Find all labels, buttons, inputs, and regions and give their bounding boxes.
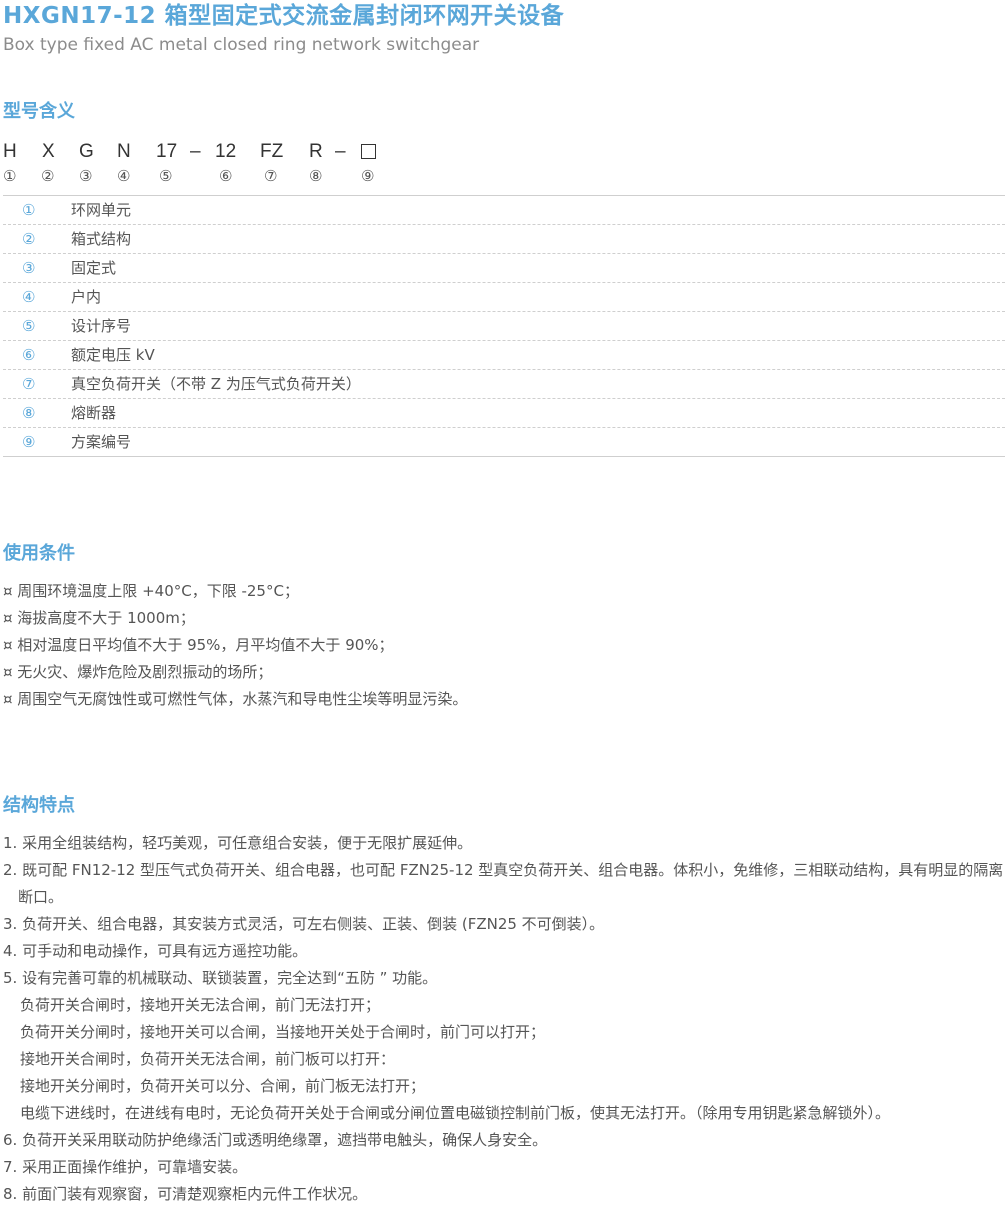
definition-row: ⑦ 真空负荷开关（不带 Z 为压气式负荷开关）: [3, 370, 1005, 399]
definition-number: ③: [22, 259, 36, 277]
definition-text: 额定电压 kV: [71, 346, 155, 364]
definition-number: ⑤: [22, 317, 36, 335]
code-number: ⑨: [361, 167, 375, 185]
feature-item: 8. 前面门装有观察窗，可清楚观察柜内元件工作状况。: [3, 1185, 368, 1203]
interlock-rule: 负荷开关分闸时，接地开关可以合闸，当接地开关处于合闸时，前门可以打开；: [20, 1023, 546, 1041]
code-letter: N: [117, 141, 131, 162]
definition-text: 设计序号: [71, 317, 132, 335]
definition-row: ① 环网单元: [3, 196, 1005, 225]
condition-item: ¤ 海拔高度不大于 1000m；: [3, 609, 195, 627]
code-number: ①: [3, 167, 17, 185]
definition-row: ⑥ 额定电压 kV: [3, 341, 1005, 370]
code-letter: 12: [215, 141, 237, 162]
code-number: ④: [117, 167, 131, 185]
definition-text: 环网单元: [71, 201, 132, 219]
condition-item: ¤ 周围环境温度上限 +40°C，下限 -25°C；: [3, 582, 299, 600]
feature-item: 7. 采用正面操作维护，可靠墙安装。: [3, 1158, 248, 1176]
condition-item: ¤ 周围空气无腐蚀性或可燃性气体，水蒸汽和导电性尘埃等明显污染。: [3, 690, 468, 708]
feature-item: 4. 可手动和电动操作，可具有远方遥控功能。: [3, 942, 308, 960]
definition-row: ⑨ 方案编号: [3, 428, 1005, 457]
feature-item: 1. 采用全组装结构，轻巧美观，可任意组合安装，便于无限扩展延伸。: [3, 834, 473, 852]
feature-item: 2. 既可配 FN12-12 型压气式负荷开关、组合电器，也可配 FZN25-1…: [3, 861, 1004, 906]
structure-features-list: 1. 采用全组装结构，轻巧美观，可任意组合安装，便于无限扩展延伸。 2. 既可配…: [3, 830, 1007, 1208]
condition-item: ¤ 无火灾、爆炸危险及剧烈振动的场所；: [3, 663, 273, 681]
code-letter: R: [309, 141, 323, 162]
definition-number: ④: [22, 288, 36, 306]
definition-text: 固定式: [71, 259, 117, 277]
page-subtitle: Box type fixed AC metal closed ring netw…: [3, 35, 480, 55]
interlock-rule: 负荷开关合闸时，接地开关无法合闸，前门无法打开；: [20, 996, 381, 1014]
usage-conditions-list: ¤ 周围环境温度上限 +40°C，下限 -25°C； ¤ 海拔高度不大于 100…: [3, 578, 467, 713]
interlock-rule: 接地开关分闸时，负荷开关可以分、合闸，前门板无法打开；: [20, 1077, 426, 1095]
definition-text: 方案编号: [71, 433, 132, 451]
definition-text: 户内: [71, 288, 102, 306]
definition-number: ⑧: [22, 404, 36, 422]
scheme-placeholder-box: [361, 144, 376, 159]
code-dash: –: [335, 141, 346, 162]
usage-conditions-heading: 使用条件: [3, 543, 75, 564]
interlock-rule: 接地开关合闸时，负荷开关无法合闸，前门板可以打开：: [20, 1050, 396, 1068]
definition-text: 箱式结构: [71, 230, 132, 248]
code-number: ⑤: [159, 167, 173, 185]
code-number: ⑧: [309, 167, 323, 185]
code-letter: G: [79, 141, 94, 162]
definition-text: 熔断器: [71, 404, 117, 422]
definition-row: ⑤ 设计序号: [3, 312, 1005, 341]
page-title: HXGN17-12 箱型固定式交流金属封闭环网开关设备: [3, 3, 565, 29]
code-number: ⑦: [264, 167, 278, 185]
code-letter: 17: [156, 141, 178, 162]
definition-row: ② 箱式结构: [3, 225, 1005, 254]
definition-number: ⑥: [22, 346, 36, 364]
code-number: ③: [79, 167, 93, 185]
condition-item: ¤ 相对温度日平均值不大于 95%，月平均值不大于 90%；: [3, 636, 394, 654]
definition-row: ⑧ 熔断器: [3, 399, 1005, 428]
code-number: ⑥: [219, 167, 233, 185]
definition-number: ②: [22, 230, 36, 248]
code-dash: –: [190, 141, 201, 162]
feature-item: 6. 负荷开关采用联动防护绝缘活门或透明绝缘罩，遮挡带电触头，确保人身安全。: [3, 1131, 548, 1149]
definition-number: ①: [22, 201, 36, 219]
definition-row: ④ 户内: [3, 283, 1005, 312]
model-definitions-table: ① 环网单元 ② 箱式结构 ③ 固定式 ④ 户内 ⑤ 设计序号 ⑥ 额定电压 kV ⑦ 真空负…: [3, 195, 1005, 457]
code-letter: X: [42, 141, 55, 162]
definition-row: ③ 固定式: [3, 254, 1005, 283]
definition-text: 真空负荷开关（不带 Z 为压气式负荷开关）: [71, 375, 361, 393]
feature-item: 5. 设有完善可靠的机械联动、联锁装置，完全达到“五防 ” 功能。: [3, 969, 438, 987]
definition-number: ⑦: [22, 375, 36, 393]
model-code-numbers: ① ② ③ ④ ⑤ ⑥ ⑦ ⑧ ⑨: [3, 166, 403, 186]
model-code: H X G N 17 – 12 FZ R –: [3, 140, 403, 164]
code-letter: FZ: [260, 141, 284, 162]
code-letter: H: [3, 141, 17, 162]
code-number: ②: [41, 167, 55, 185]
model-meaning-heading: 型号含义: [3, 101, 75, 122]
interlock-rule: 电缆下进线时，在进线有电时，无论负荷开关处于合闸或分闸位置电磁锁控制前门板，使其…: [20, 1104, 891, 1122]
definition-number: ⑨: [22, 433, 36, 451]
feature-item: 3. 负荷开关、组合电器，其安装方式灵活，可左右侧装、正装、倒装 (FZN25 …: [3, 915, 605, 933]
structure-features-heading: 结构特点: [3, 795, 75, 816]
